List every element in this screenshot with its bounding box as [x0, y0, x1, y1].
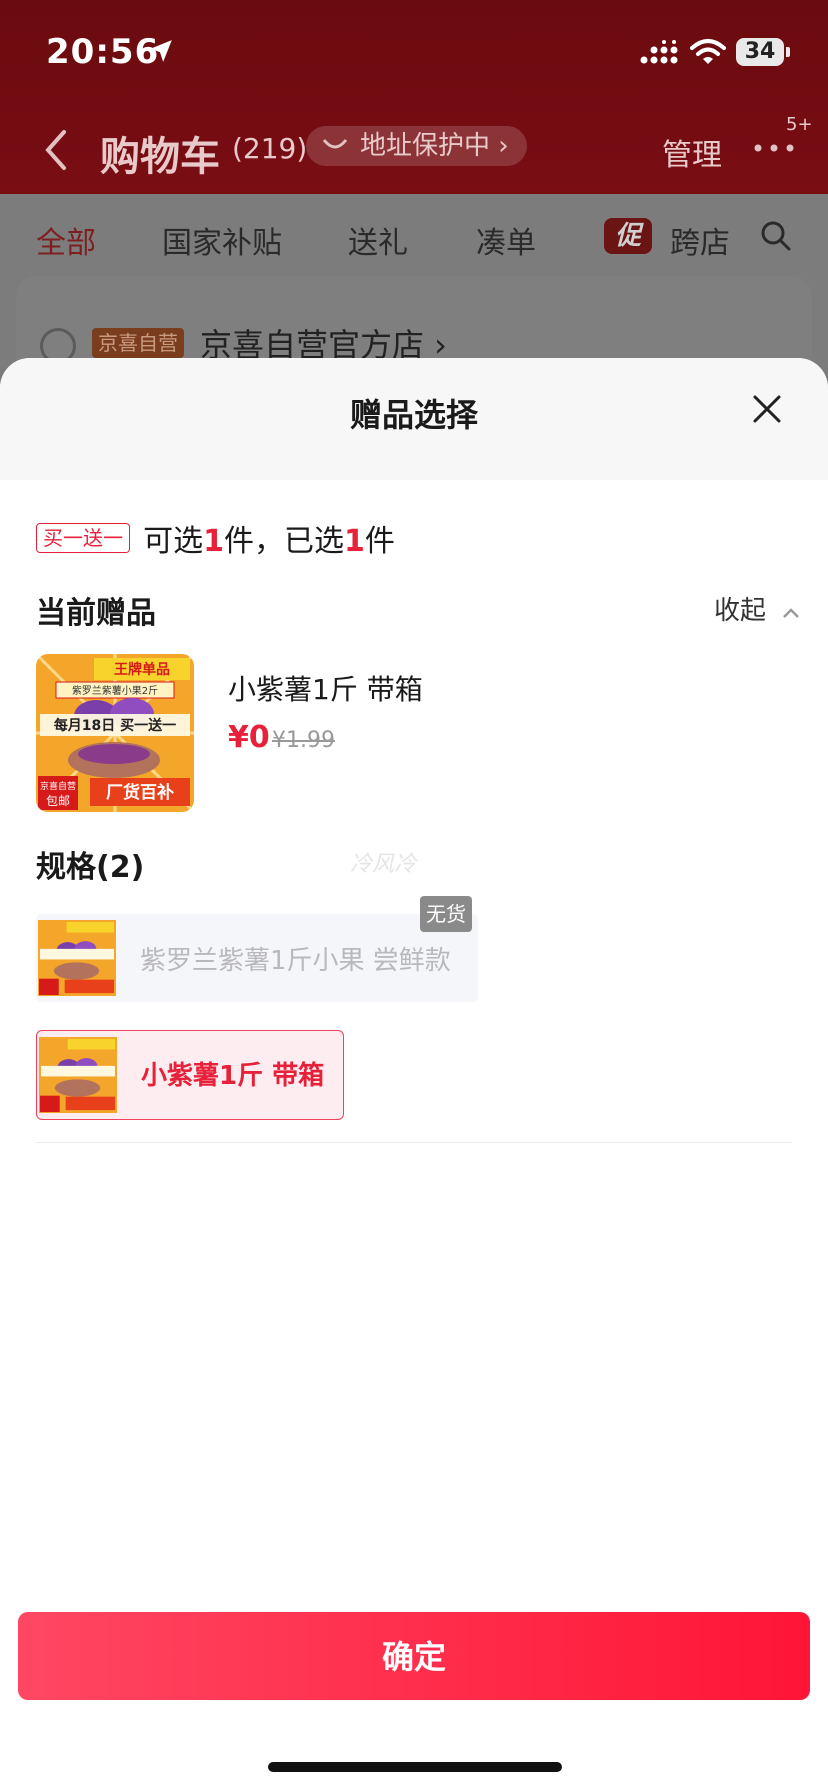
cart-navbar: 购物车 (219) 地址保护中 › 管理 5+	[0, 110, 828, 194]
cellular-signal-icon	[640, 40, 678, 64]
tab-national-subsidy[interactable]: 国家补贴	[162, 218, 282, 262]
rule-text-a: 可选	[143, 524, 204, 559]
image-sub-text: 紫罗兰紫薯小果2斤	[72, 684, 158, 697]
sheet-title: 赠品选择	[349, 396, 478, 434]
gift-name: 小紫薯1斤 带箱	[228, 673, 423, 706]
location-arrow-icon	[150, 40, 172, 62]
gift-price: ¥0	[228, 720, 270, 755]
cart-count: (219)	[232, 132, 308, 165]
rule-num-available: 1	[203, 524, 224, 559]
tab-all[interactable]: 全部	[36, 218, 96, 262]
spec-thumbnail	[38, 920, 116, 996]
spec-option-label: 小紫薯1斤 带箱	[141, 1061, 325, 1091]
address-protection-label: 地址保护中 ›	[360, 131, 509, 161]
cart-tabs: 全部 国家补贴 送礼 凑单 促 跨店	[0, 194, 828, 278]
close-icon[interactable]	[752, 394, 782, 424]
product-image-graphic: 王牌单品 紫罗兰紫薯小果2斤 每月18日 买一送一 京喜自营 包邮 厂货百补	[36, 654, 194, 812]
tab-gift[interactable]: 送礼	[348, 218, 408, 262]
home-indicator	[268, 1762, 562, 1772]
watermark: 冷风冷	[350, 852, 417, 877]
spec-option-label: 紫罗兰紫薯1斤小果 尝鲜款	[140, 946, 451, 976]
rule-text-b: 件，已选	[223, 524, 344, 559]
battery-icon: 34	[736, 38, 784, 66]
store-tag: 京喜自营	[92, 328, 184, 358]
status-bar: 20:56 34	[0, 0, 828, 105]
spec-thumbnail	[39, 1037, 117, 1113]
status-time: 20:56	[46, 32, 160, 72]
rule-text-c: 件	[364, 524, 395, 559]
spec-option-selected[interactable]: 小紫薯1斤 带箱	[36, 1030, 344, 1120]
confirm-button[interactable]: 确定	[18, 1612, 810, 1700]
rule-tag: 买一送一	[36, 523, 130, 553]
gift-rule: 买一送一 可选1件，已选1件	[36, 516, 395, 559]
message-badge: 5+	[786, 114, 813, 135]
divider	[36, 1142, 792, 1143]
chevron-up-icon	[783, 608, 800, 618]
spec-title: 规格(2)	[36, 850, 145, 885]
spec-option-out-of-stock[interactable]: 紫罗兰紫薯1斤小果 尝鲜款	[36, 914, 478, 1002]
search-icon[interactable]	[760, 220, 792, 252]
more-dots-icon[interactable]	[752, 142, 796, 154]
address-protection-pill[interactable]: 地址保护中 ›	[306, 126, 527, 166]
spec-thumb-graphic	[38, 920, 116, 996]
gift-product-image: 王牌单品 紫罗兰紫薯小果2斤 每月18日 买一送一 京喜自营 包邮 厂货百补	[36, 654, 194, 812]
out-of-stock-badge: 无货	[420, 896, 472, 932]
image-tag-self: 京喜自营	[40, 780, 76, 792]
gift-original-price: ¥1.99	[272, 728, 335, 753]
wifi-icon	[690, 39, 726, 64]
image-tag-freeship: 包邮	[46, 794, 70, 808]
spec-thumb-graphic	[39, 1037, 117, 1113]
tab-cross-store[interactable]: 跨店	[670, 218, 730, 262]
back-chevron-icon[interactable]	[42, 128, 68, 172]
current-gift-title: 当前赠品	[36, 596, 156, 631]
promo-badge: 促	[604, 218, 652, 254]
manage-button[interactable]: 管理	[662, 130, 722, 174]
rule-num-selected: 1	[343, 524, 365, 559]
image-tag-subsidy: 厂货百补	[106, 782, 174, 803]
collapse-label: 收起	[714, 596, 767, 626]
sheet-header: 赠品选择	[0, 358, 828, 480]
battery-tip	[786, 47, 790, 57]
shield-smile-icon	[322, 139, 348, 149]
page-title: 购物车	[100, 134, 220, 180]
gift-selection-sheet: 赠品选择 买一送一 可选1件，已选1件 当前赠品 收起 王牌单品 紫罗兰紫薯小果…	[0, 358, 828, 1792]
rule-text: 可选1件，已选1件	[143, 516, 395, 560]
collapse-button[interactable]: 收起	[714, 590, 800, 627]
tab-bundle[interactable]: 凑单	[476, 218, 536, 262]
image-promo-text: 每月18日 买一送一	[54, 717, 176, 734]
image-banner-text: 王牌单品	[114, 661, 170, 678]
